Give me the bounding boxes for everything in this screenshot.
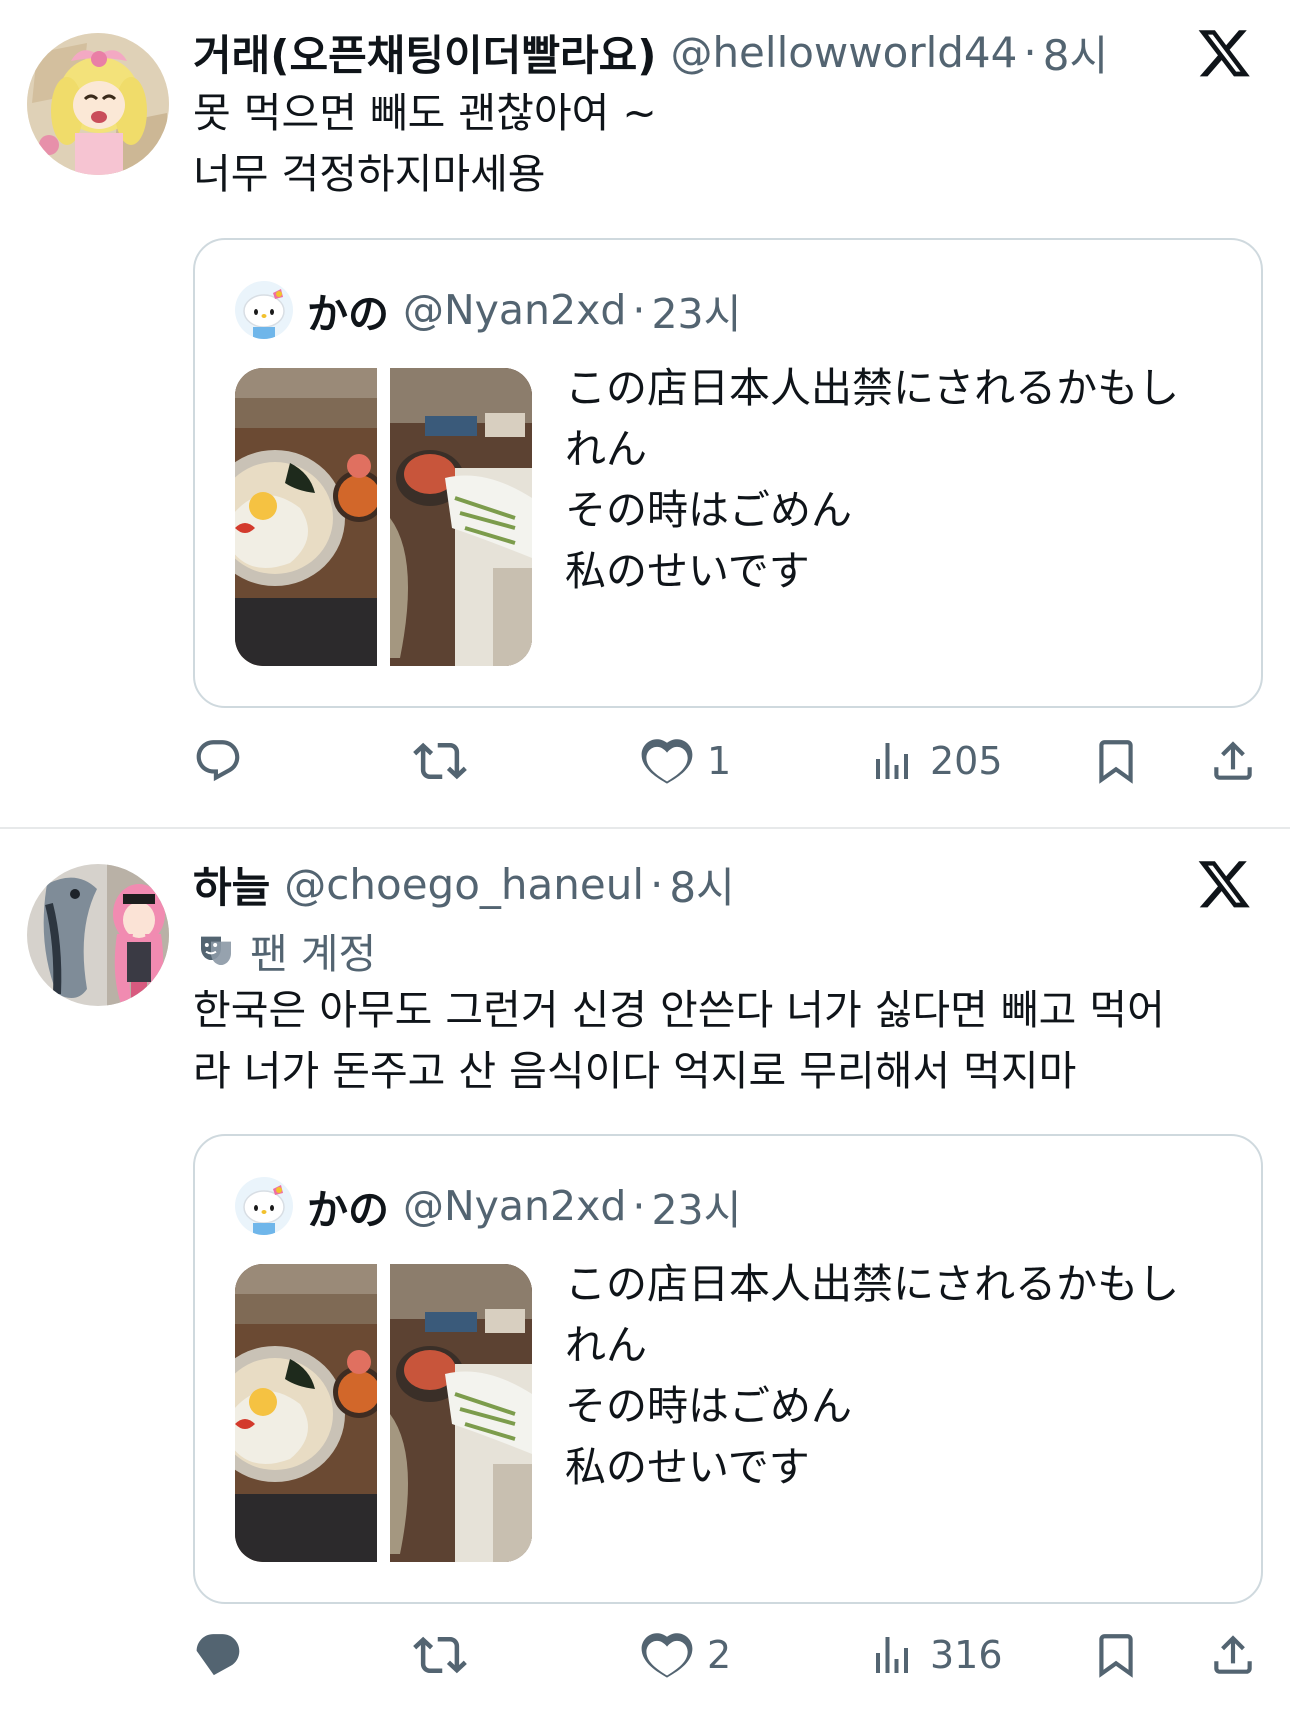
tweet-text-line: 라 너가 돈주고 산 음식이다 억지로 무리해서 먹지마 xyxy=(193,1047,1077,1095)
quote-text-line: この店日本人出禁にされるかもし xyxy=(565,364,1180,412)
action-bar: 1 205 xyxy=(193,731,1263,791)
bookmark-icon xyxy=(1091,736,1141,786)
quote-text-line: 私のせいです xyxy=(565,547,810,595)
share-button[interactable] xyxy=(1208,1625,1258,1685)
quote-text-line: その時はごめん xyxy=(565,486,852,534)
bookmark-button[interactable] xyxy=(1091,1625,1141,1685)
avatar[interactable] xyxy=(27,33,169,175)
quote-text-line: その時はごめん xyxy=(565,1382,852,1430)
quote-header: かの @Nyan2xd · 23시 xyxy=(235,1176,741,1236)
quote-time: 23시 xyxy=(651,290,742,338)
repost-icon xyxy=(413,734,467,788)
quote-author-name: かの xyxy=(307,290,389,338)
heart-icon xyxy=(641,1629,693,1681)
quote-text: この店日本人出禁にされるかもし れん その時はごめん 私のせいです xyxy=(565,1254,1205,1498)
views-icon xyxy=(868,1631,916,1679)
repost-button[interactable] xyxy=(413,731,481,791)
views-button[interactable]: 205 xyxy=(868,731,1003,791)
x-logo-icon xyxy=(1198,27,1250,79)
quote-media-thumbnail[interactable] xyxy=(235,368,532,666)
separator: · xyxy=(650,859,664,909)
separator: · xyxy=(632,1182,646,1230)
quote-header: かの @Nyan2xd · 23시 xyxy=(235,280,741,340)
quote-avatar xyxy=(235,281,293,339)
author-handle[interactable]: @choego_haneul xyxy=(284,860,644,909)
post-time[interactable]: 8시 xyxy=(1043,22,1108,83)
views-button[interactable]: 316 xyxy=(868,1625,1003,1685)
avatar[interactable] xyxy=(27,864,169,1006)
quote-media-thumbnail[interactable] xyxy=(235,1264,532,1562)
view-count: 205 xyxy=(930,739,1003,783)
share-icon xyxy=(1208,1630,1258,1680)
heart-icon xyxy=(641,735,693,787)
tweet-header: 하늘 @choego_haneul · 8시 xyxy=(193,854,1170,914)
tweet-header: 거래(오픈채팅이더빨라요) @hellowworld44 · 8시 xyxy=(193,22,1170,82)
tweet-text: 한국은 아무도 그런거 신경 안쓴다 너가 싫다면 빼고 먹어 라 너가 돈주고… xyxy=(193,980,1240,1102)
quote-time: 23시 xyxy=(651,1186,742,1234)
bookmark-button[interactable] xyxy=(1091,731,1141,791)
author-handle[interactable]: @hellowworld44 xyxy=(670,28,1017,77)
repost-icon xyxy=(413,1628,467,1682)
quote-author-handle: @Nyan2xd xyxy=(403,286,627,334)
like-button[interactable]: 2 xyxy=(641,1625,731,1685)
views-icon xyxy=(868,737,916,785)
share-button[interactable] xyxy=(1208,731,1258,791)
like-button[interactable]: 1 xyxy=(641,731,731,791)
tweet-text-line: 한국은 아무도 그런거 신경 안쓴다 너가 싫다면 빼고 먹어 xyxy=(193,986,1165,1034)
reply-icon xyxy=(193,1630,243,1680)
tweet[interactable]: 거래(오픈채팅이더빨라요) @hellowworld44 · 8시 못 먹으면 … xyxy=(0,0,1290,828)
quote-author-handle: @Nyan2xd xyxy=(403,1182,627,1230)
quote-text-line: れん xyxy=(565,425,647,473)
quote-avatar xyxy=(235,1177,293,1235)
share-icon xyxy=(1208,736,1258,786)
action-bar: 2 316 xyxy=(193,1625,1263,1685)
reply-icon xyxy=(193,736,243,786)
author-name[interactable]: 하늘 xyxy=(193,854,270,915)
tweet-text-line: 못 먹으면 빼도 괜찮아여 ~ xyxy=(193,89,657,137)
fan-account-label: 팬 계정 xyxy=(196,922,376,978)
tweet-text: 못 먹으면 빼도 괜찮아여 ~ 너무 걱정하지마세용 xyxy=(193,83,1240,205)
quote-author-name: かの xyxy=(307,1186,389,1234)
reply-button[interactable] xyxy=(193,1625,257,1685)
tweet[interactable]: 하늘 @choego_haneul · 8시 팬 계정 한국은 아무도 그런거 … xyxy=(0,828,1290,1725)
bookmark-icon xyxy=(1091,1630,1141,1680)
post-time[interactable]: 8시 xyxy=(669,854,734,915)
repost-button[interactable] xyxy=(413,1625,481,1685)
like-count: 2 xyxy=(707,1633,732,1677)
separator: · xyxy=(1023,27,1037,77)
quote-text: この店日本人出禁にされるかもし れん その時はごめん 私のせいです xyxy=(565,358,1205,602)
quote-text-line: れん xyxy=(565,1321,647,1369)
quote-tweet-card[interactable]: かの @Nyan2xd · 23시 この店日本人出禁にされるかもし れん その時… xyxy=(193,238,1263,708)
theater-mask-icon xyxy=(196,930,236,970)
x-logo-icon xyxy=(1198,858,1250,910)
reply-button[interactable] xyxy=(193,731,257,791)
fan-account-text: 팬 계정 xyxy=(250,930,377,978)
like-count: 1 xyxy=(707,739,732,783)
author-name[interactable]: 거래(오픈채팅이더빨라요) xyxy=(193,22,656,83)
quote-tweet-card[interactable]: かの @Nyan2xd · 23시 この店日本人出禁にされるかもし れん その時… xyxy=(193,1134,1263,1604)
separator: · xyxy=(632,286,646,334)
quote-text-line: この店日本人出禁にされるかもし xyxy=(565,1260,1180,1308)
tweet-text-line: 너무 걱정하지마세용 xyxy=(193,150,546,198)
quote-text-line: 私のせいです xyxy=(565,1443,810,1491)
view-count: 316 xyxy=(930,1633,1003,1677)
